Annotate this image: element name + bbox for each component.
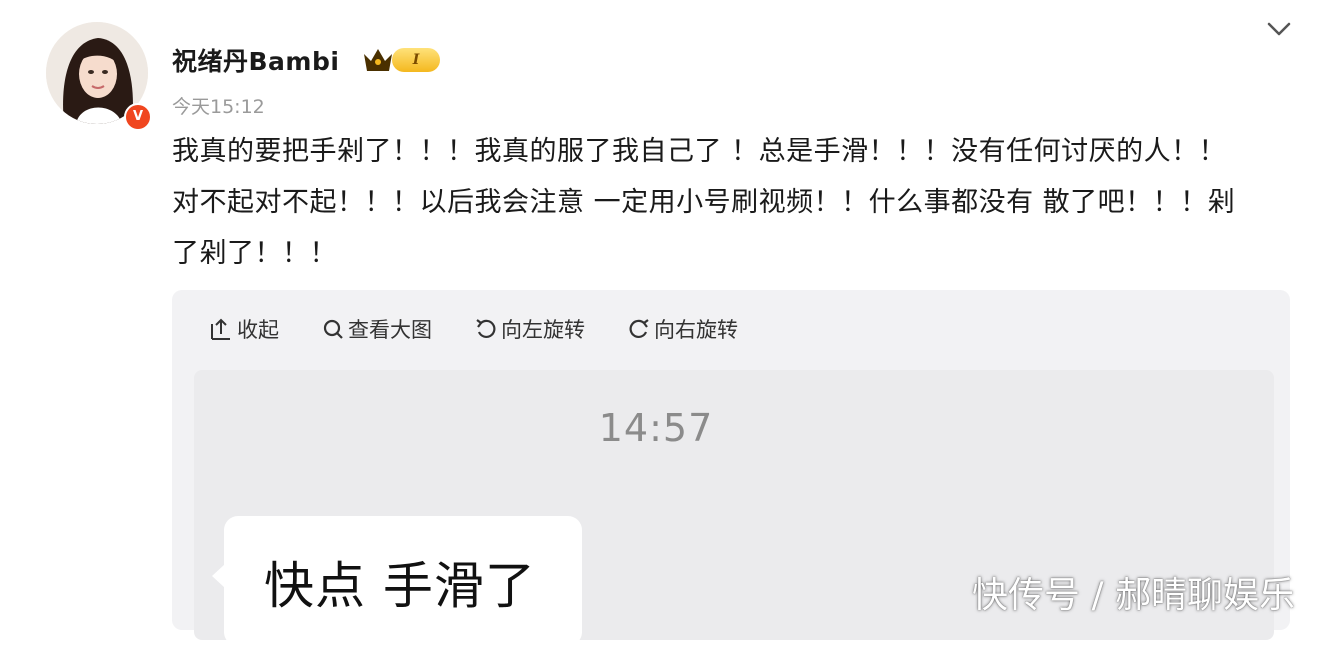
view-large-button[interactable]: 查看大图 xyxy=(321,312,432,346)
bubble-tail xyxy=(212,564,225,588)
chat-time: 14:57 xyxy=(598,406,714,450)
crown-icon xyxy=(364,49,392,71)
verified-badge: V xyxy=(124,103,152,131)
rotate-left-icon xyxy=(476,319,496,339)
collapse-label: 收起 xyxy=(237,318,279,342)
username[interactable]: 祝绪丹Bambi xyxy=(172,42,339,78)
post-text-line: 了剁了！！！ xyxy=(172,238,337,269)
post-text-line: 我真的要把手剁了！！！我真的服了我自己了 ！总是手滑！！！没有任何讨厌的人！！ xyxy=(172,136,1227,167)
rotate-right-button[interactable]: 向右旋转 xyxy=(627,312,738,346)
post-text-line: 对不起对不起！！！以后我会注意 一定用小号刷视频！！什么事都没有 散了吧！！！剁 xyxy=(172,187,1236,218)
collapse-button[interactable]: 收起 xyxy=(208,312,279,346)
rotate-left-button[interactable]: 向左旋转 xyxy=(474,312,585,346)
rotate-left-label: 向左旋转 xyxy=(501,318,585,342)
chat-message: 快点 手滑了 xyxy=(264,557,536,615)
collapse-icon xyxy=(211,318,230,340)
post-text: 我真的要把手剁了！！！我真的服了我自己了 ！总是手滑！！！没有任何讨厌的人！！ … xyxy=(172,126,1300,279)
media-toolbar: 收起 查看大图 向左旋转 向右旋转 xyxy=(208,312,738,346)
weibo-post: V 祝绪丹Bambi I 今天15:12 我真的要把手剁了！！！我真的服了我自己… xyxy=(0,0,1332,646)
view-large-label: 查看大图 xyxy=(348,318,432,342)
watermark: 快传号 / 郝晴聊娱乐 xyxy=(972,575,1296,616)
rotate-right-label: 向右旋转 xyxy=(654,318,738,342)
post-timestamp[interactable]: 今天15:12 xyxy=(172,92,265,119)
level-pill: I xyxy=(392,48,440,72)
zoom-icon xyxy=(323,319,343,339)
rotate-right-icon xyxy=(629,319,649,339)
member-level-badge[interactable]: I xyxy=(362,44,444,78)
chat-bubble: 快点 手滑了 xyxy=(212,516,582,646)
chevron-down-icon[interactable] xyxy=(1264,14,1294,44)
